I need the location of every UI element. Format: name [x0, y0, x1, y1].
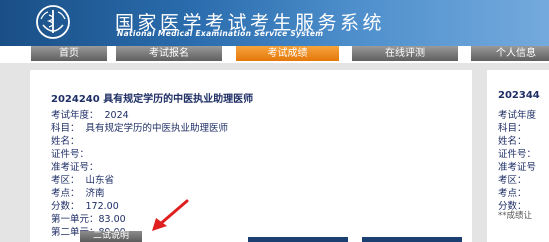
row-exam-region: 考区：: [498, 175, 527, 186]
row-label: 考试年度：: [51, 110, 99, 121]
row-value: 济南: [85, 188, 105, 199]
row-label: 考区：: [51, 175, 80, 186]
row-name: 姓名：: [51, 136, 80, 147]
row-exam-year: 考试年度: [498, 110, 537, 121]
row-exam-region: 考区： 山东省: [51, 175, 114, 186]
row-subject: 科目：: [498, 123, 527, 134]
row-label: 证件号：: [51, 149, 90, 160]
row-label: 准考证号：: [51, 162, 99, 173]
tab-registration[interactable]: 考试报名: [116, 46, 222, 61]
row-label: 科目：: [51, 123, 80, 134]
site-subtitle: National Medical Examination Service Sys…: [117, 29, 324, 38]
second-exam-info-button[interactable]: 二试说明: [80, 231, 142, 242]
row-admission-number: 准考证号：: [51, 162, 99, 173]
tab-personal-info[interactable]: 个人信息: [471, 46, 549, 61]
row-value: 83.00: [98, 214, 126, 225]
exam-title: 202344: [498, 90, 540, 101]
bottom-button-strip: [362, 237, 462, 242]
row-label: 姓名：: [51, 136, 80, 147]
row-id-number: 证件号：: [498, 149, 537, 160]
row-label: 第一单元：: [51, 214, 99, 225]
row-value: 2024: [104, 110, 129, 121]
row-admission-number: 准考证号: [498, 162, 537, 173]
tab-exam-scores[interactable]: 考试成绩: [236, 46, 339, 61]
score-card-partial: 202344 考试年度 科目： 姓名： 证件号： 准考证号 考区： 考点： 分数…: [487, 70, 549, 242]
page: 国家医学考试考生服务系统 National Medical Examinatio…: [0, 0, 549, 242]
row-label: 考点：: [51, 188, 80, 199]
score-note: **成绩让: [498, 211, 533, 221]
row-subject: 科目： 具有规定学历的中医执业助理医师: [51, 123, 228, 134]
row-total-score: 分数： 172.00: [51, 201, 119, 212]
exam-title: 2024240 具有规定学历的中医执业助理医师: [51, 94, 254, 105]
site-header: 国家医学考试考生服务系统 National Medical Examinatio…: [0, 0, 549, 46]
row-value: 具有规定学历的中医执业助理医师: [85, 123, 229, 134]
row-unit-one: 第一单元：83.00: [51, 214, 126, 225]
row-exam-site: 考点： 济南: [51, 188, 105, 199]
medical-emblem-icon: [36, 5, 70, 39]
row-value: 山东省: [85, 175, 115, 186]
row-exam-year: 考试年度： 2024: [51, 110, 129, 121]
bottom-button-strip: [248, 237, 348, 242]
row-exam-site: 考点：: [498, 188, 527, 199]
red-arrow-icon: [152, 199, 189, 231]
tab-online-assessment[interactable]: 在线评测: [352, 46, 458, 61]
row-name: 姓名：: [498, 136, 527, 147]
tab-home[interactable]: 首页: [31, 46, 107, 61]
row-id-number: 证件号：: [51, 149, 89, 160]
main-nav: 首页 考试报名 考试成绩 在线评测 个人信息: [0, 46, 549, 63]
row-label: 分数：: [51, 201, 80, 212]
row-value: 172.00: [85, 201, 119, 212]
score-card: 2024240 具有规定学历的中医执业助理医师 考试年度： 2024 科目： 具有规…: [30, 70, 472, 242]
